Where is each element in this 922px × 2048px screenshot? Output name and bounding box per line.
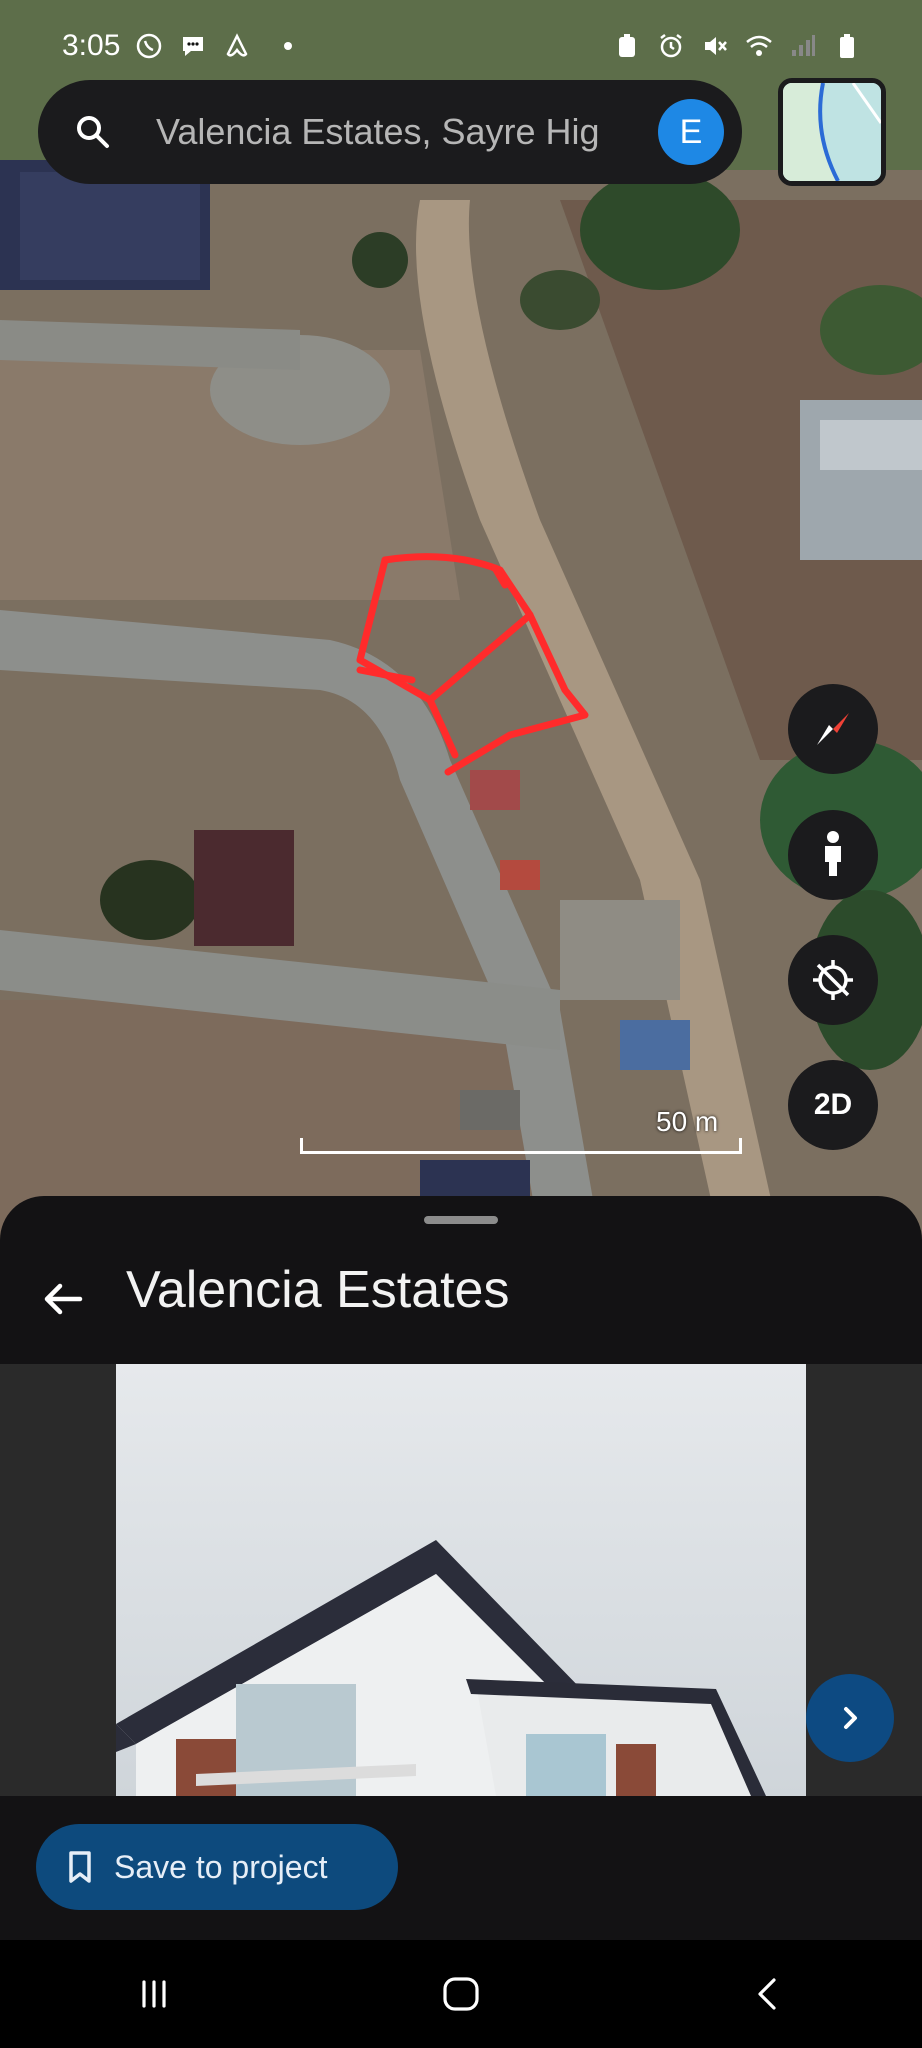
viber-icon [134, 31, 164, 61]
battery-icon [832, 31, 862, 61]
wifi-icon [744, 31, 774, 61]
system-nav-bar [0, 1940, 922, 2048]
status-left: 3:05 [62, 29, 293, 63]
place-photo[interactable] [116, 1364, 806, 1796]
compass-icon [817, 713, 849, 745]
battery-saver-icon [612, 31, 642, 61]
save-to-project-button[interactable]: Save to project [36, 1824, 398, 1910]
mute-icon [700, 31, 730, 61]
view-mode-label: 2D [813, 1088, 853, 1121]
search-input[interactable]: Valencia Estates, Sayre Hig [156, 111, 636, 153]
alarm-icon [656, 31, 686, 61]
chevron-right-icon [844, 1707, 857, 1729]
airbnb-icon [222, 31, 252, 61]
status-bar: 3:05 [0, 0, 922, 92]
signal-icon [788, 31, 818, 61]
status-right [612, 31, 862, 61]
home-icon[interactable] [431, 1964, 491, 2024]
recents-icon[interactable] [124, 1964, 184, 2024]
account-avatar[interactable]: E [658, 99, 724, 165]
map-thumbnail-icon [783, 83, 881, 181]
status-time: 3:05 [62, 29, 121, 62]
map-layers-button[interactable] [778, 78, 886, 186]
place-bottom-sheet[interactable]: Valencia Estates Save to project [0, 1196, 922, 1940]
notification-dot [284, 42, 293, 50]
back-icon[interactable] [738, 1964, 798, 2024]
search-icon[interactable] [72, 111, 114, 153]
view-mode-2d-button[interactable]: 2D [788, 1060, 878, 1150]
back-arrow-icon[interactable] [38, 1274, 88, 1324]
map-scale-label: 50 m [656, 1106, 719, 1137]
next-photo-button[interactable] [806, 1674, 894, 1762]
bookmark-icon [69, 1851, 91, 1883]
map-imagery [0, 0, 922, 1240]
place-title: Valencia Estates [126, 1261, 510, 1319]
house-photo-image [116, 1364, 806, 1796]
compass-button[interactable] [788, 684, 878, 774]
map-scale-bar [300, 1138, 742, 1154]
street-view-button[interactable] [788, 810, 878, 900]
search-bar[interactable]: Valencia Estates, Sayre Hig E [38, 80, 742, 184]
pegman-icon [825, 831, 841, 876]
location-off-icon [813, 960, 853, 1000]
photo-gallery[interactable] [0, 1364, 922, 1796]
sheet-drag-handle[interactable] [424, 1216, 498, 1224]
my-location-button[interactable] [788, 935, 878, 1025]
save-to-project-label: Save to project [114, 1848, 328, 1885]
messages-icon [178, 31, 208, 61]
satellite-map[interactable] [0, 0, 922, 1240]
